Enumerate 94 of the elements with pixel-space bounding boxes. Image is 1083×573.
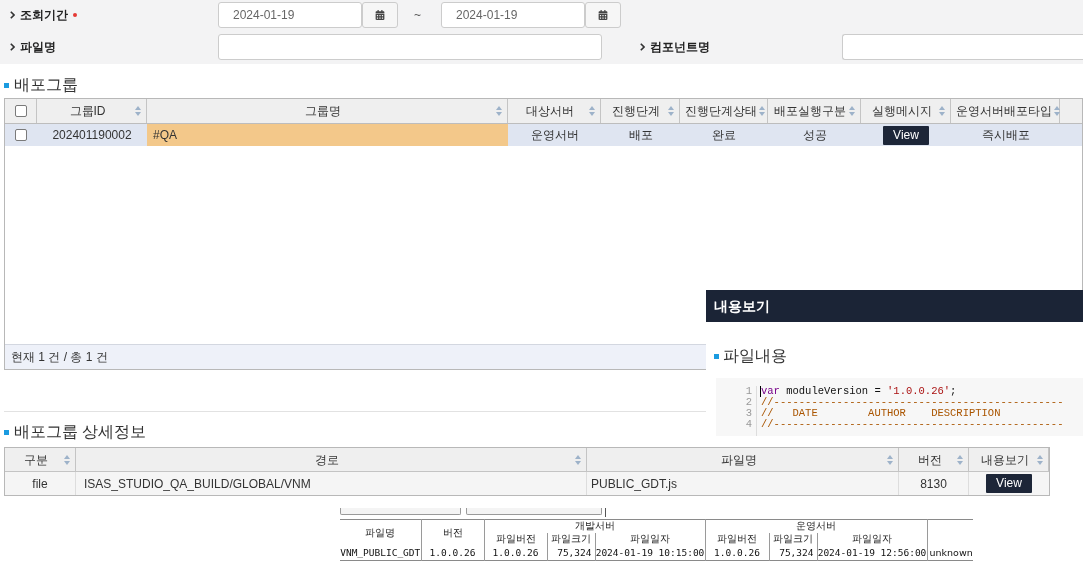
sort-icon[interactable]: [759, 106, 765, 116]
calendar-button[interactable]: [362, 2, 398, 28]
column-header: 운영서버: [705, 519, 927, 533]
table-cell: 1.0.0.26: [421, 545, 484, 561]
table-cell: 75,324: [547, 545, 595, 561]
table-cell: PUBLIC_GDT.js: [587, 472, 899, 495]
line-number: 3: [745, 408, 752, 419]
line-number: 1: [745, 386, 752, 397]
sort-icon[interactable]: [496, 106, 502, 116]
sort-icon[interactable]: [1054, 106, 1060, 116]
line-number: 4: [745, 419, 752, 430]
column-header[interactable]: 내용보기: [969, 448, 1049, 471]
sort-icon[interactable]: [887, 454, 893, 465]
table-cell-text: 즉시배포: [980, 127, 1031, 144]
column-header: 파일크기: [547, 532, 595, 546]
calendar-button[interactable]: [585, 2, 621, 28]
section-title: 배포그룹 상세정보: [14, 422, 147, 442]
column-header[interactable]: 진행단계: [601, 99, 680, 123]
sort-icon[interactable]: [957, 454, 963, 465]
sort-icon[interactable]: [575, 454, 581, 465]
column-header[interactable]: 그룹ID: [37, 99, 147, 123]
field-label: 조회기간: [20, 7, 68, 24]
code-line: //----------------------------------------------: [761, 397, 1064, 408]
column-header: 파일일자: [817, 532, 927, 546]
date-field[interactable]: 2024-01-19: [441, 2, 585, 28]
column-header: 개발서버: [484, 519, 705, 533]
table-cell: 2024-01-19 10:15:00: [595, 545, 705, 561]
line-number: 2: [745, 397, 752, 408]
code-line: var moduleVersion = '1.0.0.26';: [761, 386, 957, 397]
sort-icon[interactable]: [1037, 454, 1043, 465]
chevron-right-icon: [10, 43, 15, 51]
range-separator: ~: [414, 7, 421, 24]
table-cell: 1.0.0.26: [705, 545, 769, 561]
table-cell: 8130: [899, 472, 969, 495]
column-header: 파일버전: [705, 532, 769, 546]
view-button[interactable]: View: [883, 125, 929, 145]
table-cell: VNM_PUBLIC_GDT: [340, 545, 421, 561]
table-cell-text: 배포: [627, 127, 654, 144]
table-cell: 2024-01-19 12:56:00: [817, 545, 927, 561]
table-cell: 1.0.0.26: [484, 545, 547, 561]
table-cell-text: 완료: [711, 127, 737, 144]
chevron-right-icon: [640, 43, 645, 51]
sort-icon[interactable]: [589, 106, 595, 116]
column-header: 파일명: [340, 519, 421, 546]
table-cell: unknown: [927, 545, 973, 561]
column-header[interactable]: 구분: [5, 448, 76, 471]
table-cell-text: 202401190002: [51, 127, 133, 144]
column-header: 버전: [421, 519, 484, 546]
column-header[interactable]: 그룹명: [147, 99, 508, 123]
calendar-icon: [598, 10, 608, 20]
column-header[interactable]: 진행단계상태: [680, 99, 768, 123]
column-header: 파일일자: [595, 532, 705, 546]
sort-icon[interactable]: [135, 106, 141, 116]
column-header: 파일버전: [484, 532, 547, 546]
table-cell: 75,324: [769, 545, 817, 561]
code-line: //----------------------------------------------: [761, 419, 1064, 430]
view-button[interactable]: View: [986, 474, 1032, 493]
column-header[interactable]: 실행메시지: [861, 99, 951, 123]
column-header[interactable]: 운영서버배포타입: [951, 99, 1060, 123]
dialog-title: 내용보기: [714, 296, 770, 316]
column-header: 파일크기: [769, 532, 817, 546]
section-title: 배포그룹: [14, 75, 78, 95]
calendar-icon: [375, 10, 385, 20]
square-bullet-icon: [4, 82, 9, 88]
column-header[interactable]: 대상서버: [508, 99, 601, 123]
column-header[interactable]: 파일명: [587, 448, 899, 471]
section-title: 파일내용: [723, 346, 787, 366]
sort-icon[interactable]: [668, 106, 674, 116]
table-row[interactable]: file ISAS_STUDIO_QA_BUILD/GLOBAL/VNM PUBLIC_GDT.js 8130 View: [5, 472, 1049, 495]
table-cell-text: 운영서버: [529, 127, 580, 144]
column-header[interactable]: 배포실행구분: [768, 99, 861, 123]
table-row[interactable]: 202401190002 #QA 운영서버 배포 완료 성공 View 즉시배포: [5, 124, 1082, 146]
input-field[interactable]: [218, 34, 602, 60]
text-cursor: [760, 386, 761, 397]
table-cell-text: 성공: [801, 127, 828, 144]
square-bullet-icon: [4, 429, 9, 435]
table-cell: #QA: [147, 124, 508, 146]
table-cell: ISAS_STUDIO_QA_BUILD/GLOBAL/VNM: [76, 472, 587, 495]
checkbox[interactable]: [14, 105, 27, 117]
input-field[interactable]: [842, 34, 1083, 60]
sort-icon[interactable]: [849, 106, 855, 116]
record-count: 현재 1 건 / 총 1 건: [11, 349, 108, 366]
field-label: 컴포넌트명: [650, 39, 710, 56]
chevron-right-icon: [10, 11, 15, 19]
sort-icon[interactable]: [939, 106, 945, 116]
column-header[interactable]: 경로: [76, 448, 587, 471]
column-header[interactable]: 버전: [899, 448, 969, 471]
square-bullet-icon: [714, 353, 719, 359]
field-label: 파일명: [20, 39, 56, 56]
table-cell: file: [5, 472, 76, 495]
code-line: // DATE AUTHOR DESCRIPTION: [761, 408, 1001, 419]
sort-icon[interactable]: [64, 454, 70, 465]
date-field[interactable]: 2024-01-19: [218, 2, 362, 28]
checkbox[interactable]: [15, 129, 27, 141]
